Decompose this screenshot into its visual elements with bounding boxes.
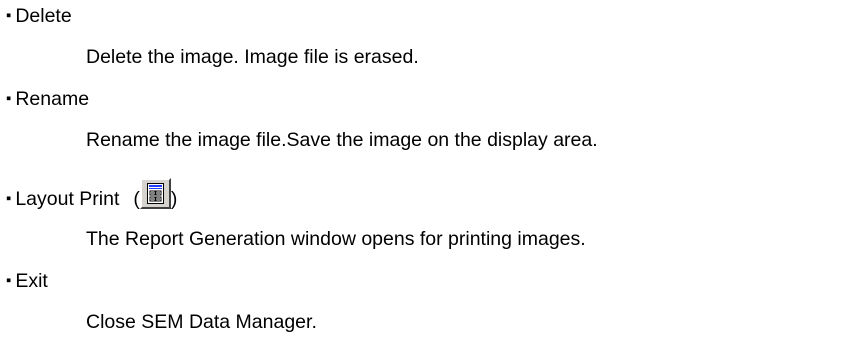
layout-print-item-title: ▪ Layout Print ( ) [6,178,177,211]
exit-label: Exit [15,270,48,292]
layout-print-icon [146,183,164,204]
delete-label: Delete [15,5,72,27]
menu-descriptions: ▪ Delete Delete the image. Image file is … [0,0,855,354]
layout-print-button[interactable] [139,178,171,209]
bullet-icon: ▪ [6,7,12,24]
rename-description: Rename the image file.Save the image on … [86,129,598,151]
bullet-icon: ▪ [6,272,12,289]
layout-print-icon-group: ( ) [133,178,177,211]
paren-close: ) [170,188,178,210]
exit-item-title: ▪ Exit [6,269,48,293]
layout-print-description: The Report Generation window opens for p… [86,228,586,250]
layout-print-label: Layout Print [15,188,120,210]
rename-label: Rename [15,88,90,110]
delete-description: Delete the image. Image file is erased. [86,46,419,68]
rename-item-title: ▪ Rename [6,87,89,111]
bullet-icon: ▪ [6,90,12,107]
exit-description: Close SEM Data Manager. [86,311,317,333]
bullet-icon: ▪ [6,190,12,207]
delete-item-title: ▪ Delete [6,4,72,28]
